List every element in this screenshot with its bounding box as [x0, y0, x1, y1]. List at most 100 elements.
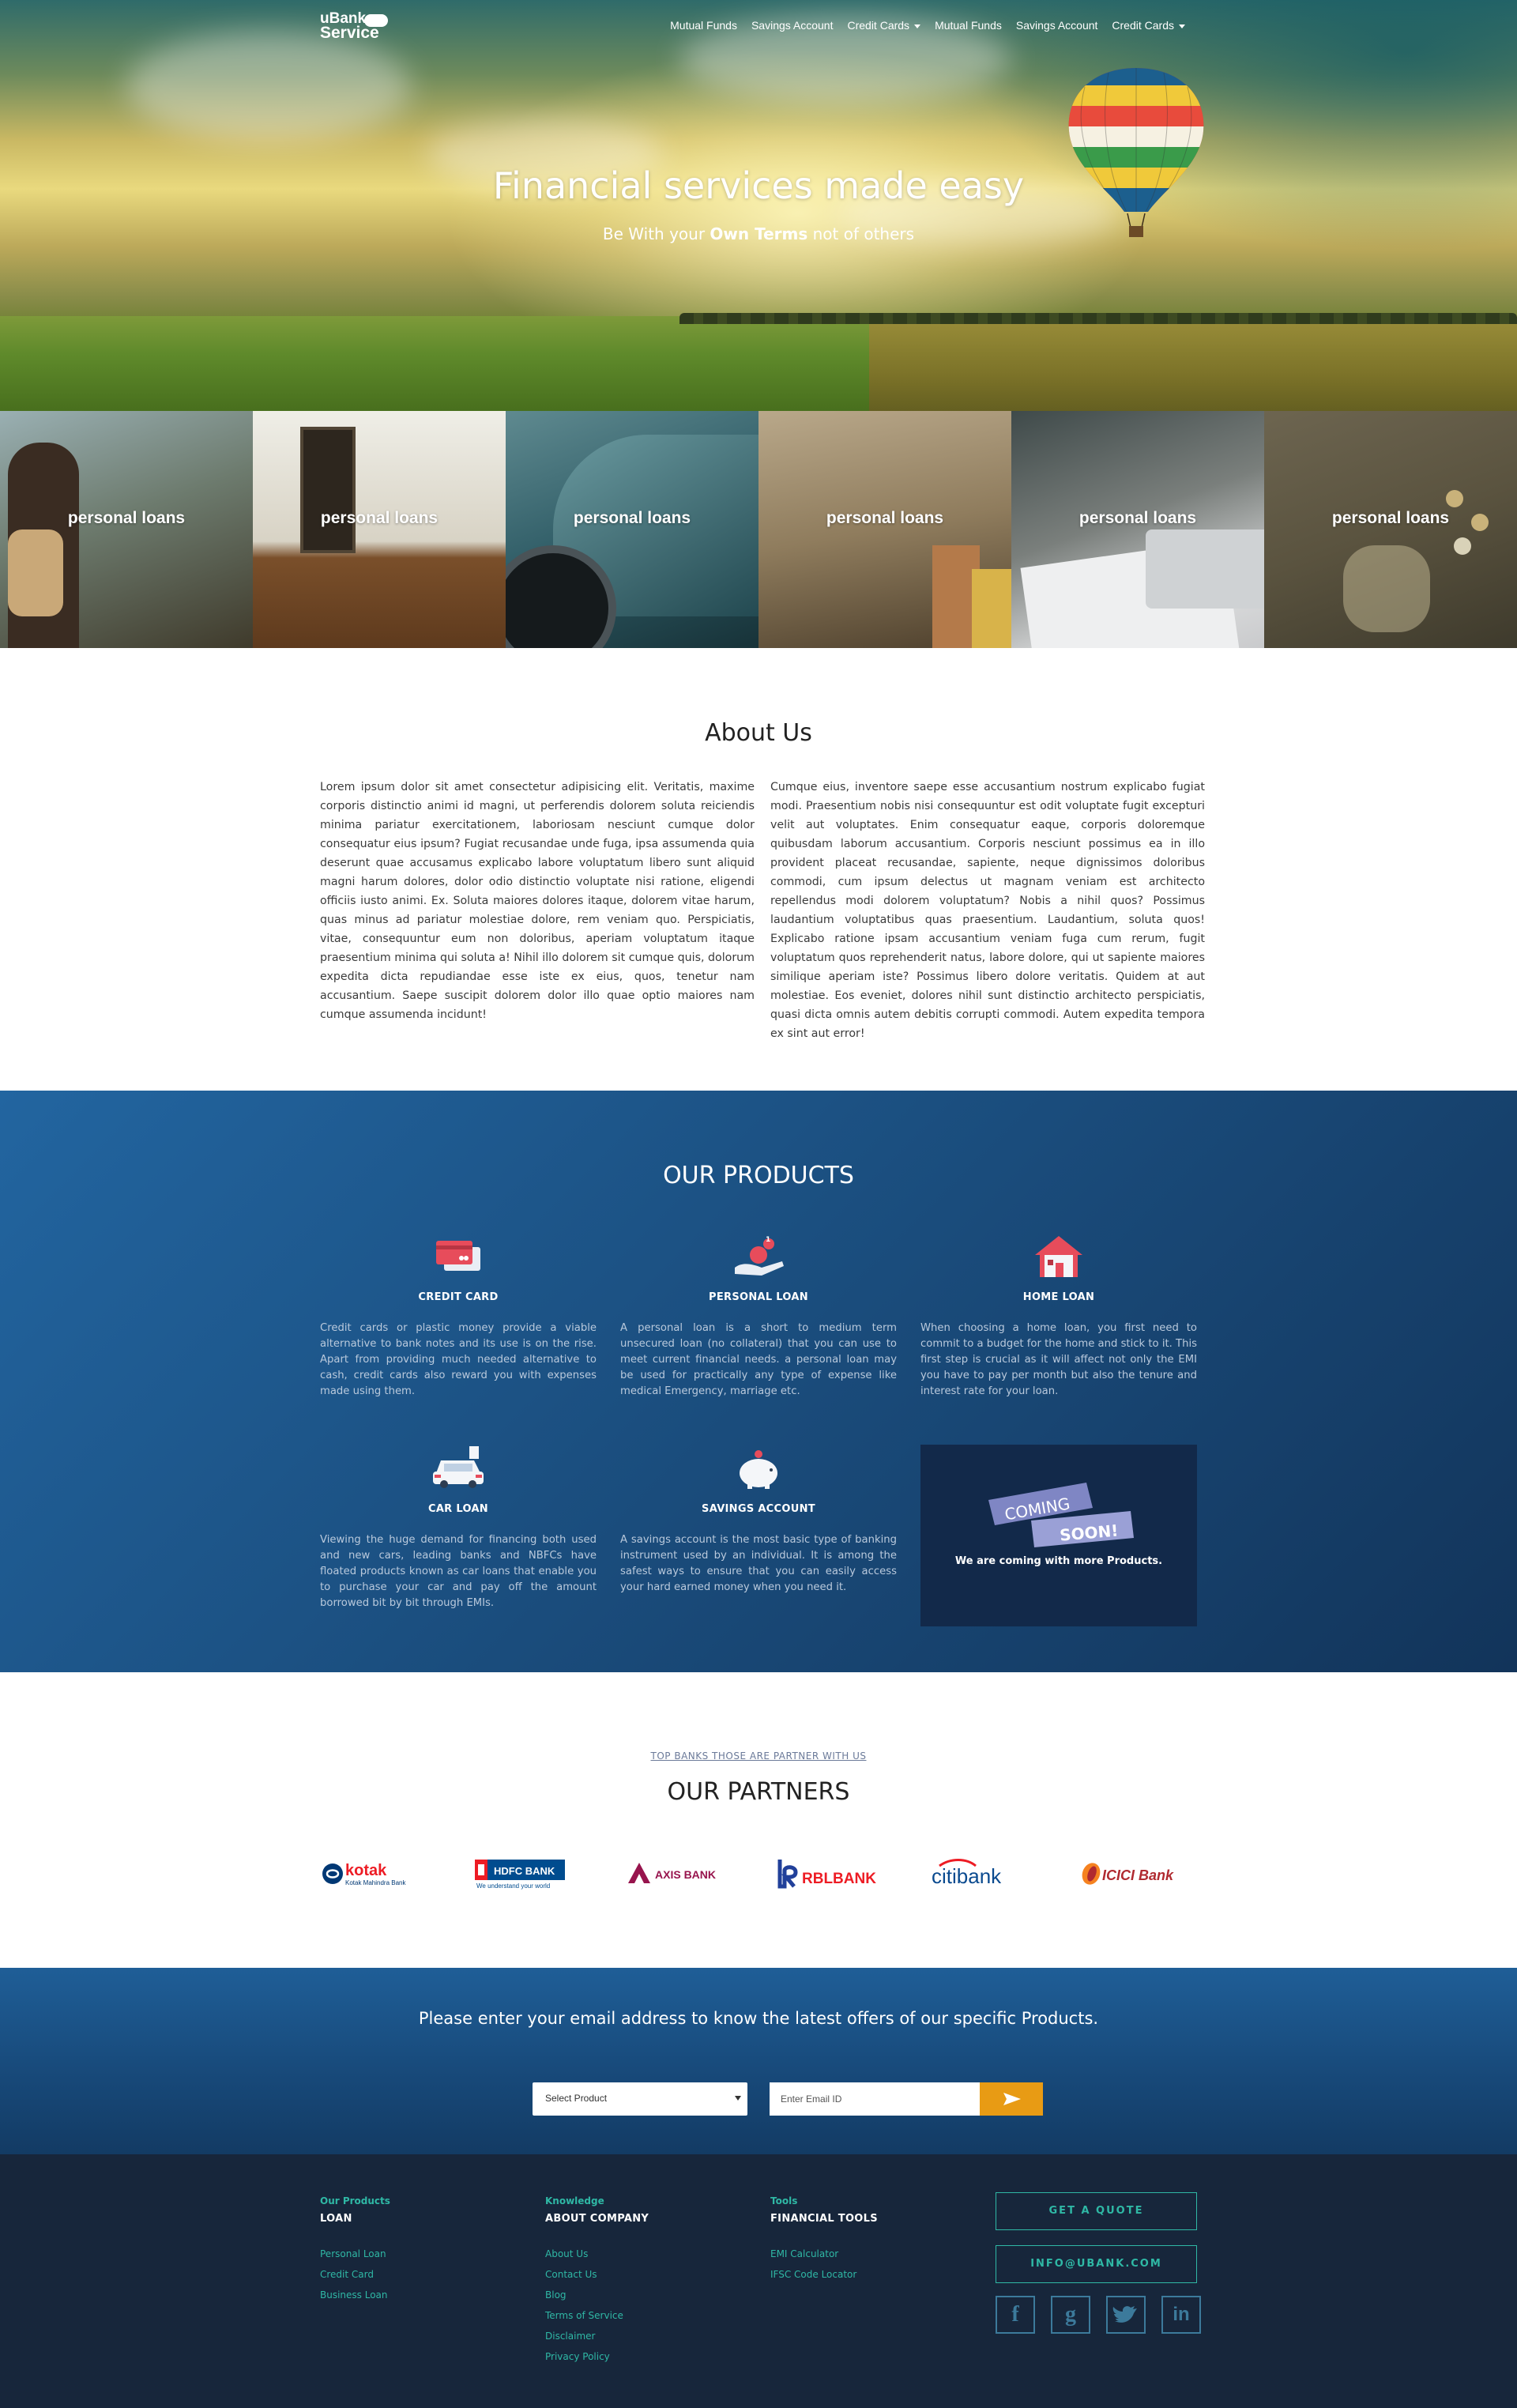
hdfc-logo[interactable]: HDFC BANK We understand your world [472, 1856, 590, 1891]
footer-heading: ABOUT COMPANY [545, 2213, 649, 2225]
tile-personal-loans[interactable]: personal loans [758, 411, 1011, 648]
linkedin-icon[interactable]: in [1161, 2296, 1201, 2334]
tile-personal-loans[interactable]: personal loans [506, 411, 758, 648]
personal-loan-icon: 1 [727, 1233, 790, 1280]
product-credit-card[interactable]: CREDIT CARD Credit cards or plastic mone… [320, 1233, 597, 1400]
nav-label: Savings Account [751, 19, 834, 32]
hero-sub-suffix: not of others [812, 224, 915, 243]
footer-link[interactable]: Terms of Service [545, 2305, 649, 2326]
tile-personal-loans[interactable]: personal loans [1264, 411, 1517, 648]
nav-savings-account[interactable]: Savings Account [751, 19, 834, 32]
credit-card-icon [427, 1233, 490, 1280]
footer-link[interactable]: Privacy Policy [545, 2346, 649, 2367]
about-text-left: Lorem ipsum dolor sit amet consectetur a… [320, 781, 755, 1021]
nav-label: Mutual Funds [670, 19, 737, 32]
cloud-logo-icon [364, 14, 388, 27]
send-arrow-icon [1003, 2093, 1021, 2105]
brand-logo[interactable]: uBank Service [320, 11, 388, 42]
coin-shape [1446, 490, 1463, 507]
tree-line [679, 313, 1517, 324]
wheat-field [869, 316, 1517, 411]
footer-heading: FINANCIAL TOOLS [770, 2213, 878, 2225]
tile-label: personal loans [320, 509, 439, 527]
footer-link[interactable]: Business Loan [320, 2285, 390, 2305]
tile-personal-loans[interactable]: personal loans [1011, 411, 1264, 648]
footer-link[interactable]: About Us [545, 2244, 649, 2264]
citibank-logo[interactable]: citibank [927, 1856, 1045, 1891]
partners-kicker[interactable]: TOP BANKS THOSE ARE PARTNER WITH US [0, 1750, 1517, 1762]
about-text-right: Cumque eius, inventore saepe esse accusa… [770, 781, 1205, 1040]
footer-link[interactable]: IFSC Code Locator [770, 2264, 878, 2285]
footer-kicker: Knowledge [545, 2195, 604, 2206]
twitter-bird-icon [1112, 2306, 1137, 2323]
facebook-icon[interactable]: f [996, 2296, 1035, 2334]
chevron-down-icon [735, 2096, 741, 2101]
soon-text: SOON! [1059, 1521, 1119, 1544]
product-home-loan[interactable]: HOME LOAN When choosing a home loan, you… [920, 1233, 1197, 1400]
kotak-name: kotak [345, 1862, 387, 1879]
tablet-shape [1146, 529, 1264, 609]
twitter-icon[interactable] [1106, 2296, 1146, 2334]
product-desc: Viewing the huge demand for financing bo… [320, 1534, 597, 1609]
rbl-name: RBLBANK [802, 1871, 876, 1887]
shopping-bag-shape [972, 569, 1011, 648]
product-desc: Credit cards or plastic money provide a … [320, 1322, 597, 1397]
nav-credit-cards-dropdown[interactable]: Credit Cards [1112, 19, 1185, 32]
tile-personal-loans[interactable]: personal loans [0, 411, 253, 648]
subscribe-text: Please enter your email address to know … [418, 2009, 1099, 2028]
tile-label: personal loans [1331, 509, 1450, 527]
product-car-loan[interactable]: CAR LOAN Viewing the huge demand for fin… [320, 1445, 597, 1611]
loan-tiles: personal loans personal loans personal l… [0, 411, 1517, 648]
door-shape [300, 427, 356, 553]
footer-link[interactable]: Disclaimer [545, 2326, 649, 2346]
footer-link[interactable]: Credit Card [320, 2264, 390, 2285]
caret-down-icon [914, 24, 921, 28]
footer-link[interactable]: Blog [545, 2285, 649, 2305]
nav-mutual-funds[interactable]: Mutual Funds [935, 19, 1002, 32]
product-select-value: Select Product [545, 2093, 608, 2104]
get-a-quote-button[interactable]: GET A QUOTE [996, 2192, 1197, 2230]
footer-link[interactable]: Contact Us [545, 2264, 649, 2285]
footer-link[interactable]: EMI Calculator [770, 2244, 878, 2264]
icici-bank-logo[interactable]: ICICI Bank [1078, 1856, 1197, 1891]
brand-line2: Service [320, 24, 379, 42]
hero-sub-bold: Own Terms [710, 224, 808, 243]
home-icon [1027, 1233, 1090, 1280]
icici-name: ICICI Bank [1102, 1867, 1174, 1883]
product-savings-account[interactable]: SAVINGS ACCOUNT A savings account is the… [620, 1445, 897, 1596]
hero-subtitle: Be With your Own Terms not of others [0, 224, 1517, 243]
nav-mutual-funds[interactable]: Mutual Funds [670, 19, 737, 32]
axis-bank-logo[interactable]: AXIS BANK [623, 1856, 742, 1891]
kotak-logo[interactable]: kotak Kotak Mahindra Bank [320, 1856, 439, 1891]
product-select[interactable]: Select Product [533, 2082, 747, 2116]
nav-credit-cards-dropdown[interactable]: Credit Cards [847, 19, 921, 32]
caret-down-icon [1179, 24, 1185, 28]
piggy-bank-icon [727, 1445, 790, 1492]
coming-soon-text: We are coming with more Products. [954, 1555, 1163, 1567]
footer-col-tools: Tools FINANCIAL TOOLS EMI Calculator IFS… [770, 2195, 878, 2285]
coming-soon-card: COMING SOON! We are coming with more Pro… [920, 1445, 1197, 1626]
nav-savings-account[interactable]: Savings Account [1016, 19, 1098, 32]
nav-label: Savings Account [1015, 19, 1098, 32]
rbl-bank-logo[interactable]: RBLBANK [775, 1856, 894, 1891]
email-input[interactable] [770, 2082, 980, 2116]
product-name: CAR LOAN [427, 1503, 488, 1515]
footer-link[interactable]: Personal Loan [320, 2244, 390, 2264]
coin-shape [1454, 537, 1471, 555]
hdfc-name: HDFC BANK [494, 1865, 555, 1877]
submit-button[interactable] [980, 2082, 1043, 2116]
tile-personal-loans[interactable]: personal loans [253, 411, 506, 648]
notification-badge: 1 [766, 1236, 771, 1244]
products-title: OUR PRODUCTS [663, 1162, 854, 1189]
top-nav: Mutual Funds Savings Account Credit Card… [670, 19, 1185, 32]
hdfc-sub: We understand your world [476, 1882, 550, 1890]
product-desc: A savings account is the most basic type… [620, 1534, 897, 1593]
products-section: OUR PRODUCTS CREDIT CARD Credit cards or… [0, 1091, 1517, 1672]
footer: Our Products LOAN Personal Loan Credit C… [0, 2154, 1517, 2408]
product-name: SAVINGS ACCOUNT [702, 1503, 815, 1515]
product-personal-loan[interactable]: 1 PERSONAL LOAN A personal loan is a sho… [620, 1233, 897, 1400]
google-plus-icon[interactable]: g [1051, 2296, 1090, 2334]
email-contact-button[interactable]: INFO@UBANK.COM [996, 2245, 1197, 2283]
kotak-sub: Kotak Mahindra Bank [345, 1879, 406, 1886]
cloud [126, 32, 411, 142]
